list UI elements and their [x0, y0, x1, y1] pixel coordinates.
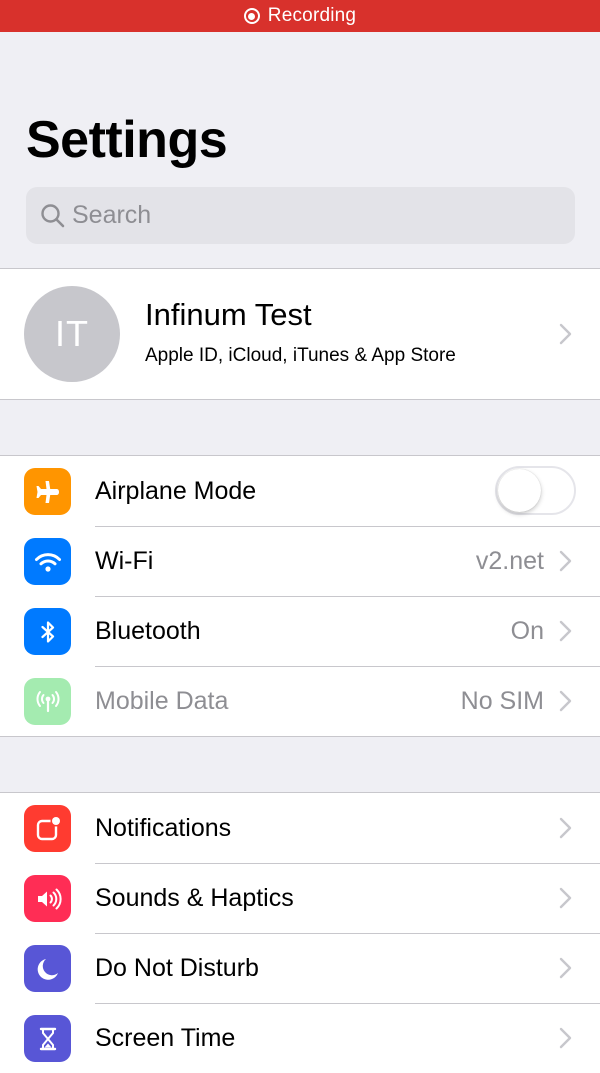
chevron-right-icon — [559, 620, 572, 642]
page-title: Settings — [26, 111, 228, 169]
apple-id-profile-row[interactable]: IT Infinum Test Apple ID, iCloud, iTunes… — [0, 268, 600, 400]
toggle-knob — [498, 469, 541, 512]
sounds-haptics-row[interactable]: Sounds & Haptics — [0, 863, 600, 933]
search-bar[interactable] — [26, 187, 575, 244]
screen-time-row[interactable]: Screen Time — [0, 1003, 600, 1073]
airplane-mode-toggle[interactable] — [495, 466, 576, 515]
wifi-value: v2.net — [475, 547, 544, 575]
record-icon — [243, 8, 260, 24]
mobile-data-value: No SIM — [460, 687, 544, 715]
speaker-icon — [24, 875, 71, 922]
mobile-data-label: Mobile Data — [95, 687, 229, 715]
moon-icon — [24, 945, 71, 992]
chevron-right-icon — [559, 1027, 572, 1049]
mobile-data-row[interactable]: Mobile Data No SIM — [0, 666, 600, 736]
wifi-label: Wi-Fi — [95, 547, 154, 575]
general-group: Notifications Sounds & Haptics Do Not Di… — [0, 792, 600, 1073]
chevron-right-icon — [559, 817, 572, 839]
wifi-icon — [24, 538, 71, 585]
chevron-right-icon — [559, 887, 572, 909]
search-input[interactable] — [72, 201, 552, 230]
airplane-mode-row[interactable]: Airplane Mode — [0, 456, 600, 526]
chevron-right-icon — [559, 957, 572, 979]
notifications-label: Notifications — [95, 814, 232, 842]
wifi-row[interactable]: Wi-Fi v2.net — [0, 526, 600, 596]
bluetooth-value: On — [510, 617, 544, 645]
bluetooth-label: Bluetooth — [95, 617, 201, 645]
profile-name: Infinum Test — [145, 297, 312, 332]
chevron-right-icon — [559, 690, 572, 712]
do-not-disturb-row[interactable]: Do Not Disturb — [0, 933, 600, 1003]
chevron-right-icon — [559, 323, 572, 345]
sounds-haptics-label: Sounds & Haptics — [95, 884, 294, 912]
bluetooth-row[interactable]: Bluetooth On — [0, 596, 600, 666]
notifications-row[interactable]: Notifications — [0, 793, 600, 863]
connectivity-group: Airplane Mode Wi-Fi v2.net Bluetooth On — [0, 455, 600, 737]
airplane-icon — [24, 468, 71, 515]
airplane-mode-label: Airplane Mode — [95, 477, 257, 505]
profile-subtitle: Apple ID, iCloud, iTunes & App Store — [145, 345, 456, 366]
recording-label: Recording — [267, 5, 357, 26]
notifications-icon — [24, 805, 71, 852]
bluetooth-icon — [24, 608, 71, 655]
do-not-disturb-label: Do Not Disturb — [95, 954, 259, 982]
screen-time-label: Screen Time — [95, 1024, 236, 1052]
search-icon — [41, 203, 65, 227]
avatar: IT — [24, 286, 120, 382]
recording-status-bar[interactable]: Recording — [0, 0, 600, 32]
antenna-icon — [24, 678, 71, 725]
chevron-right-icon — [559, 550, 572, 572]
hourglass-icon — [24, 1015, 71, 1062]
